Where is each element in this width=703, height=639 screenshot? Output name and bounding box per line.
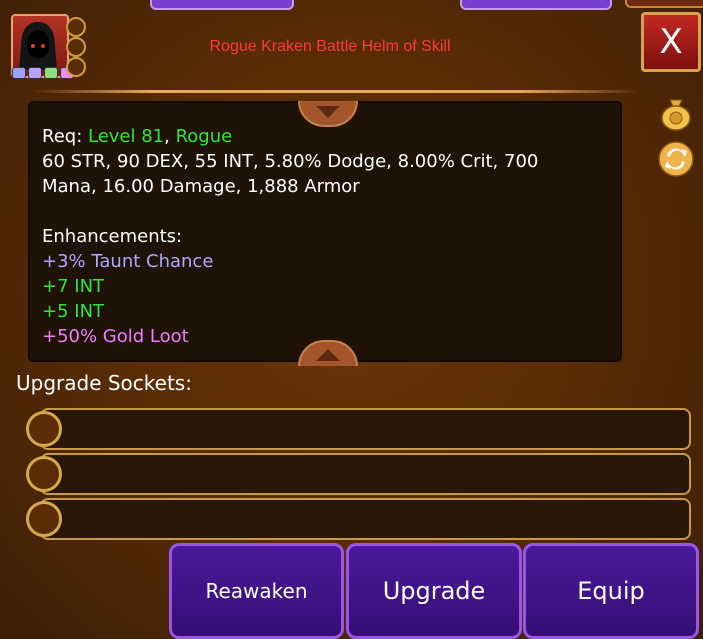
gold-bag-icon[interactable] [657,94,695,132]
req-class: Rogue [175,126,233,147]
socket-icon[interactable] [26,411,62,447]
top-tab[interactable] [150,0,294,10]
req-separator: , [164,126,176,147]
stats-line: 60 STR, 90 DEX, 55 INT, 5.80% Dodge, 8.0… [42,151,539,172]
upgrade-sockets-label: Upgrade Sockets: [16,371,192,395]
item-detail-panel: Rogue Kraken Battle Helm of Skill X Req:… [0,0,703,639]
upgrade-socket-row[interactable] [40,453,691,495]
top-tab[interactable] [625,0,703,8]
gem-slot [12,67,26,79]
mini-socket [66,17,86,37]
upgrade-button[interactable]: Upgrade [346,543,522,639]
req-prefix: Req: [42,126,88,147]
upgrade-socket-row[interactable] [40,498,691,540]
req-level: Level 81 [87,126,165,147]
item-title: Rogue Kraken Battle Helm of Skill [209,38,451,55]
gem-slot [44,67,58,79]
enhancement-int: +5 INT [42,301,105,322]
equip-button[interactable]: Equip [523,543,699,639]
top-tab[interactable] [460,0,612,10]
mini-socket [66,37,86,57]
stats-line: Mana, 16.00 Damage, 1,888 Armor [42,176,360,197]
requirement-line: Req: Level 81, Rogue [42,124,612,149]
upgrade-socket-row[interactable] [40,408,691,450]
socket-icon[interactable] [26,456,62,492]
swap-icon[interactable] [657,140,695,178]
enhancement-taunt: +3% Taunt Chance [42,251,214,272]
gem-slot [28,67,42,79]
enhancement-int: +7 INT [42,276,105,297]
close-button[interactable]: X [641,12,701,72]
divider [30,90,640,93]
gem-slots [12,67,74,79]
reawaken-button[interactable]: Reawaken [169,543,344,639]
enhancements-header: Enhancements: [42,226,183,247]
mini-socket [66,57,86,77]
socket-icon[interactable] [26,501,62,537]
stats-text: Req: Level 81, Rogue 60 STR, 90 DEX, 55 … [42,124,612,349]
